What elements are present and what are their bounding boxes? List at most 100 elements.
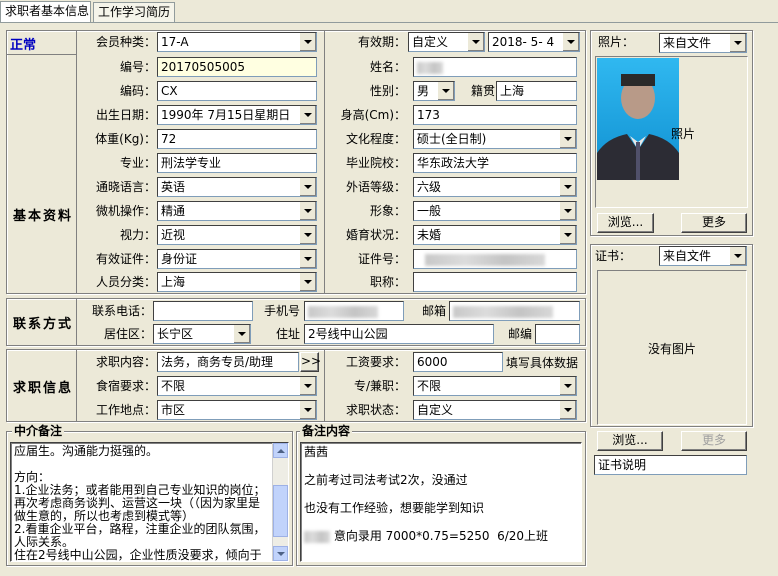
chevron-down-icon bbox=[559, 401, 576, 419]
remarks-line: 意向录用 7000*0.75=5250 6/20上班 bbox=[330, 529, 549, 543]
chevron-down-icon bbox=[299, 401, 316, 419]
district-select[interactable]: 长宁区 bbox=[153, 324, 251, 344]
image-label: 形象： bbox=[369, 204, 406, 218]
id-number-input[interactable] bbox=[413, 249, 577, 269]
mobile-input[interactable] bbox=[304, 301, 404, 321]
chevron-down-icon bbox=[299, 178, 316, 196]
gender-label: 性别： bbox=[369, 84, 406, 98]
education-label: 文化程度： bbox=[345, 132, 406, 146]
language-select[interactable]: 英语 bbox=[157, 177, 317, 197]
education-select[interactable]: 硕士(全日制) bbox=[413, 129, 577, 149]
section-basic-label: 基本资料 bbox=[13, 209, 74, 224]
chevron-down-icon bbox=[559, 377, 576, 395]
location-label: 工作地点： bbox=[95, 403, 156, 417]
parttime-label: 专/兼职： bbox=[353, 379, 406, 393]
certificate-label: 证书： bbox=[595, 249, 632, 263]
member-type-label: 会员种类： bbox=[95, 35, 156, 49]
chevron-down-icon bbox=[299, 226, 316, 244]
chevron-down-icon bbox=[559, 226, 576, 244]
member-type-select[interactable]: 17-A bbox=[157, 32, 317, 52]
name-label: 姓名： bbox=[369, 60, 406, 74]
mobile-label: 手机号 bbox=[263, 304, 300, 318]
vision-label: 视力： bbox=[119, 228, 156, 242]
name-input[interactable] bbox=[413, 57, 577, 77]
chevron-down-icon bbox=[233, 325, 250, 343]
agency-notes-textarea[interactable]: 应届生。沟通能力挺强的。 方向： 1.企业法务；或者能用到自己专业知识的岗位； 再次… bbox=[10, 442, 289, 562]
gender-select[interactable]: 男 bbox=[413, 81, 455, 101]
marital-select[interactable]: 未婚 bbox=[413, 225, 577, 245]
section-job-label: 求职信息 bbox=[13, 381, 74, 396]
postcode-input[interactable] bbox=[535, 324, 580, 344]
computer-label: 微机操作： bbox=[95, 204, 156, 218]
photo-frame: 照片 bbox=[595, 56, 748, 208]
email-input[interactable] bbox=[449, 301, 580, 321]
weight-input[interactable]: 72 bbox=[157, 129, 317, 149]
image-select[interactable]: 一般 bbox=[413, 201, 577, 221]
birth-date-picker[interactable]: 1990年 7月15日星期日 bbox=[157, 105, 317, 125]
vision-select[interactable]: 近视 bbox=[157, 225, 317, 245]
validity-date-picker[interactable]: 2018- 5- 4 bbox=[488, 32, 580, 52]
address-input[interactable]: 2号线中山公园 bbox=[304, 324, 494, 344]
board-label: 食宿要求： bbox=[95, 379, 156, 393]
tab-work-history[interactable]: 工作学习简历 bbox=[93, 2, 175, 22]
certificate-note-input[interactable]: 证书说明 bbox=[594, 455, 747, 475]
number-input[interactable]: 20170505005 bbox=[157, 57, 317, 77]
status-label: 正常 bbox=[10, 38, 37, 53]
school-input[interactable]: 华东政法大学 bbox=[413, 153, 577, 173]
tab-basic-info[interactable]: 求职者基本信息 bbox=[0, 1, 91, 23]
language-level-label: 外语等级： bbox=[345, 180, 406, 194]
photo-source-select[interactable]: 来自文件 bbox=[659, 33, 747, 53]
code-input[interactable]: CX bbox=[157, 81, 317, 101]
scroll-up-icon[interactable] bbox=[273, 443, 288, 458]
remarks-textarea[interactable]: 茜茜 之前考过司法考试2次，没通过 也没有工作经验，想要能学到知识 意向录用 7… bbox=[300, 442, 582, 562]
agency-notes-scrollbar[interactable] bbox=[272, 443, 288, 561]
job-content-input[interactable]: 法务，商务专员/助理 bbox=[157, 352, 299, 372]
number-label: 编号： bbox=[119, 60, 156, 74]
certificate-more-button[interactable]: 更多 bbox=[681, 431, 747, 451]
section-contact-label: 联系方式 bbox=[13, 317, 74, 332]
height-input[interactable]: 173 bbox=[413, 105, 577, 125]
language-level-select[interactable]: 六级 bbox=[413, 177, 577, 197]
photo-browse-button[interactable]: 浏览... bbox=[597, 213, 654, 233]
agency-notes-line: 住在2号线中山公园，企业性质没要求，倾向于市 bbox=[14, 548, 262, 562]
remarks-title: 备注内容 bbox=[300, 424, 353, 438]
salary-input[interactable]: 6000 bbox=[413, 352, 503, 372]
scroll-thumb[interactable] bbox=[273, 485, 288, 537]
chevron-down-icon bbox=[559, 178, 576, 196]
validity-mode-select[interactable]: 自定义 bbox=[408, 32, 485, 52]
native-place-label: 籍贯 bbox=[470, 84, 495, 98]
chevron-down-icon bbox=[467, 33, 484, 51]
job-content-more-button[interactable]: >> bbox=[300, 352, 321, 372]
category-select[interactable]: 上海 bbox=[157, 272, 317, 292]
board-select[interactable]: 不限 bbox=[157, 376, 317, 396]
school-label: 毕业院校： bbox=[345, 156, 406, 170]
parttime-select[interactable]: 不限 bbox=[413, 376, 577, 396]
native-place-input[interactable]: 上海 bbox=[496, 81, 577, 101]
major-input[interactable]: 刑法学专业 bbox=[157, 153, 317, 173]
scroll-down-icon[interactable] bbox=[273, 546, 288, 561]
major-label: 专业： bbox=[119, 156, 156, 170]
remarks-line: 也没有工作经验，想要能学到知识 bbox=[304, 501, 485, 515]
location-select[interactable]: 市区 bbox=[157, 400, 317, 420]
job-content-label: 求职内容： bbox=[95, 355, 156, 369]
agency-notes-title: 中介备注 bbox=[12, 424, 65, 438]
id-type-label: 有效证件： bbox=[95, 252, 156, 266]
chevron-down-icon bbox=[559, 130, 576, 148]
certificate-empty-text: 没有图片 bbox=[647, 342, 696, 356]
weight-label: 体重(Kg)： bbox=[95, 132, 156, 146]
job-state-select[interactable]: 自定义 bbox=[413, 400, 577, 420]
computer-select[interactable]: 精通 bbox=[157, 201, 317, 221]
chevron-down-icon bbox=[729, 247, 746, 265]
chevron-down-icon bbox=[559, 202, 576, 220]
tel-input[interactable] bbox=[153, 301, 253, 321]
id-type-select[interactable]: 身份证 bbox=[157, 249, 317, 269]
birth-label: 出生日期： bbox=[95, 108, 156, 122]
photo-more-button[interactable]: 更多 bbox=[681, 213, 747, 233]
chevron-down-icon bbox=[299, 250, 316, 268]
address-label: 住址 bbox=[275, 327, 300, 341]
title-input[interactable] bbox=[413, 272, 577, 292]
certificate-browse-button[interactable]: 浏览... bbox=[597, 431, 663, 451]
certificate-source-select[interactable]: 来自文件 bbox=[659, 246, 747, 266]
category-label: 人员分类： bbox=[95, 275, 156, 289]
tab-divider bbox=[0, 22, 778, 23]
